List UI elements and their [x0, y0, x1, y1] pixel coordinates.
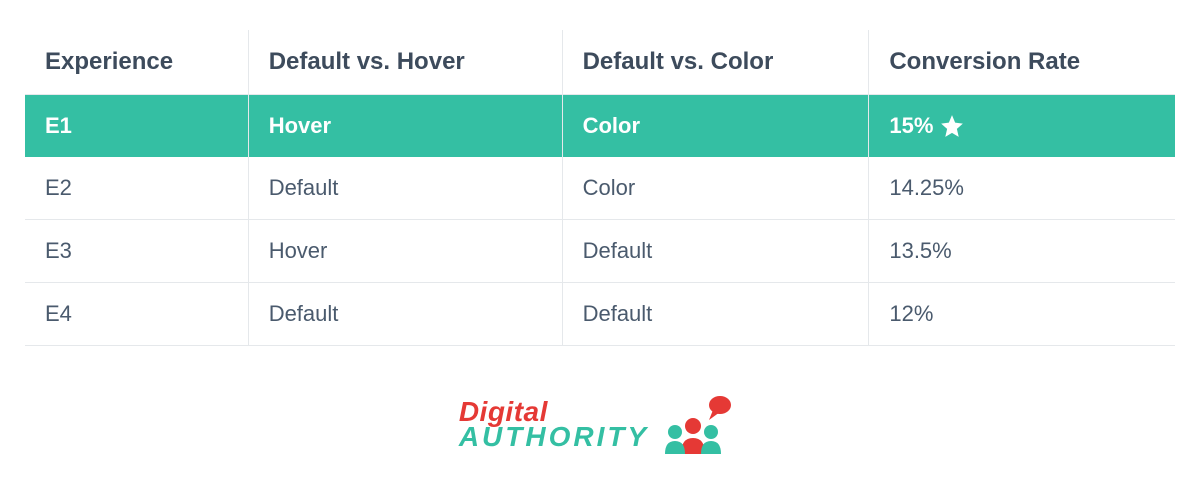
col-rate: Conversion Rate: [869, 30, 1175, 95]
cell-hover: Default: [248, 283, 562, 346]
cell-experience: E3: [25, 220, 248, 283]
table-row: E4DefaultDefault12%: [25, 283, 1175, 346]
rate-value: 13.5%: [889, 238, 951, 264]
table-row: E3HoverDefault 13.5%: [25, 220, 1175, 283]
cell-rate: 14.25%: [869, 157, 1175, 220]
brand-logo-text: Digital AUTHORITY: [459, 399, 649, 449]
rate-value: 15%: [889, 113, 933, 139]
brand-logo: Digital AUTHORITY: [25, 394, 1175, 454]
col-hover: Default vs. Hover: [248, 30, 562, 95]
star-icon: [939, 113, 965, 139]
cell-experience: E1: [25, 95, 248, 158]
table-row: E1HoverColor 15%: [25, 95, 1175, 158]
rate-value: 14.25%: [889, 175, 964, 201]
cell-color: Default: [562, 283, 869, 346]
table-row: E2DefaultColor 14.25%: [25, 157, 1175, 220]
col-experience: Experience: [25, 30, 248, 95]
cell-color: Default: [562, 220, 869, 283]
col-color: Default vs. Color: [562, 30, 869, 95]
cell-rate: 13.5%: [869, 220, 1175, 283]
people-speech-icon: [663, 394, 741, 454]
cell-hover: Default: [248, 157, 562, 220]
cell-hover: Hover: [248, 95, 562, 158]
rate-value: 12%: [889, 301, 933, 327]
cell-experience: E2: [25, 157, 248, 220]
cell-rate: 15%: [869, 95, 1175, 158]
cell-experience: E4: [25, 283, 248, 346]
cell-color: Color: [562, 95, 869, 158]
cell-rate: 12%: [869, 283, 1175, 346]
cell-hover: Hover: [248, 220, 562, 283]
experience-table: Experience Default vs. Hover Default vs.…: [25, 30, 1175, 346]
table-body: E1HoverColor15%E2DefaultColor14.25%E3Hov…: [25, 95, 1175, 346]
cell-color: Color: [562, 157, 869, 220]
brand-logo-line2: AUTHORITY: [459, 424, 649, 449]
table-header-row: Experience Default vs. Hover Default vs.…: [25, 30, 1175, 95]
